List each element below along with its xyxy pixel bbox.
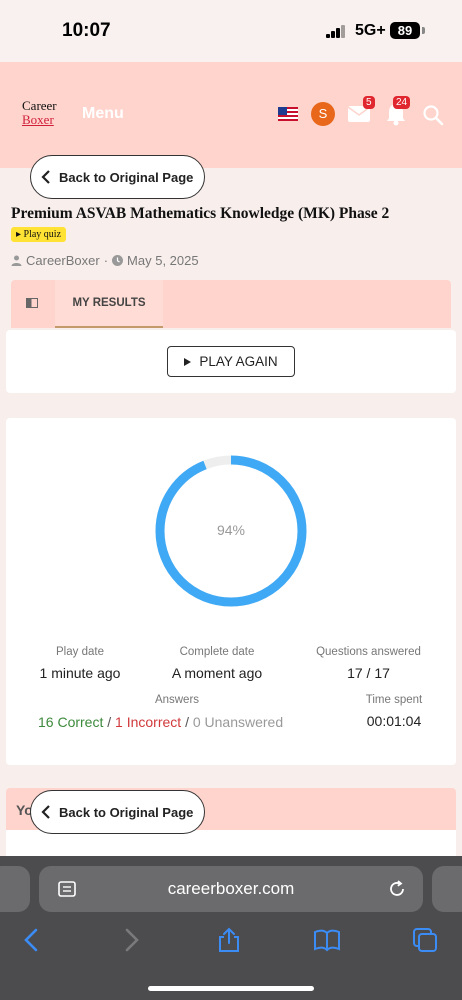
logo-text-boxer: Boxer xyxy=(22,112,54,127)
complete-date-label: Complete date xyxy=(179,646,255,658)
career-boxer-logo[interactable]: Career Boxer xyxy=(22,99,57,127)
play-again-card: PLAY AGAIN xyxy=(6,330,456,393)
back-button-label: Back to Original Page xyxy=(59,804,194,820)
results-tabs: MY RESULTS xyxy=(11,280,451,328)
back-button-label: Back to Original Page xyxy=(59,169,194,185)
play-tag-label: Play quiz xyxy=(23,229,62,240)
answers-separator: / xyxy=(185,714,189,730)
time-spent-value: 00:01:04 xyxy=(366,713,422,729)
play-date-label: Play date xyxy=(56,646,104,658)
site-header: Career Boxer Menu S 5 24 xyxy=(0,62,462,168)
play-again-button[interactable]: PLAY AGAIN xyxy=(167,346,295,377)
play-date-value: 1 minute ago xyxy=(39,665,121,681)
questions-answered-value: 17 / 17 xyxy=(347,665,390,681)
correct-count: 16 Correct xyxy=(38,714,104,730)
logo-text-career: Career xyxy=(22,98,57,113)
play-again-label: PLAY AGAIN xyxy=(199,354,278,369)
status-bar: 10:07 5G+ 89 xyxy=(0,0,462,62)
quiz-meta: CareerBoxer · May 5, 2025 xyxy=(11,253,199,268)
tab-my-results[interactable]: MY RESULTS xyxy=(55,280,163,328)
search-icon[interactable] xyxy=(422,104,444,126)
section-body xyxy=(6,830,456,858)
user-avatar[interactable]: S xyxy=(311,102,335,126)
notification-badge: 24 xyxy=(393,96,411,109)
signal-icon xyxy=(326,25,346,38)
panel-icon[interactable] xyxy=(26,298,38,308)
reload-icon[interactable] xyxy=(387,879,407,899)
complete-date-value: A moment ago xyxy=(171,665,263,681)
previous-tab-preview[interactable] xyxy=(0,866,30,912)
url-text: careerboxer.com xyxy=(167,879,295,898)
meta-separator: · xyxy=(103,253,109,268)
battery-tip xyxy=(422,27,425,34)
us-flag-icon[interactable] xyxy=(278,107,298,121)
unanswered-count: 0 Unanswered xyxy=(192,714,284,730)
play-quiz-tag[interactable]: ▸ Play quiz xyxy=(11,227,67,242)
chevron-left-icon xyxy=(41,805,50,819)
menu-button[interactable]: Menu xyxy=(82,105,124,123)
page-title: Premium ASVAB Mathematics Knowledge (MK)… xyxy=(11,205,390,222)
address-bar[interactable]: careerboxer.com xyxy=(39,866,423,912)
chevron-left-icon xyxy=(41,170,50,184)
publish-date: May 5, 2025 xyxy=(127,253,199,268)
questions-answered-label: Questions answered xyxy=(316,646,421,658)
answers-separator: / xyxy=(107,714,112,730)
battery-icon: 89 xyxy=(390,22,420,39)
mail-badge: 5 xyxy=(363,96,375,109)
results-card: 94% Play date 1 minute ago Complete date… xyxy=(6,418,456,765)
back-arrow-icon[interactable] xyxy=(18,926,46,954)
forward-arrow-icon[interactable] xyxy=(117,926,145,954)
status-time: 10:07 xyxy=(62,20,111,41)
incorrect-count: 1 Incorrect xyxy=(115,714,182,730)
time-spent-label: Time spent xyxy=(365,694,423,706)
answers-label: Answers xyxy=(154,694,200,706)
play-icon xyxy=(184,357,192,366)
user-icon xyxy=(11,255,22,266)
back-to-original-button-floating[interactable]: Back to Original Page xyxy=(30,790,205,834)
share-icon[interactable] xyxy=(215,926,243,954)
network-type: 5G+ xyxy=(355,22,386,39)
bookmarks-icon[interactable] xyxy=(313,926,341,954)
back-to-original-button[interactable]: Back to Original Page xyxy=(30,155,205,199)
answers-breakdown: 16 Correct / 1 Incorrect / 0 Unanswered xyxy=(38,714,283,730)
home-indicator xyxy=(148,986,314,991)
next-tab-preview[interactable] xyxy=(432,866,462,912)
score-percent: 94% xyxy=(216,522,246,538)
author-name[interactable]: CareerBoxer xyxy=(26,253,100,268)
browser-toolbar: careerboxer.com xyxy=(0,856,462,1000)
tabs-icon[interactable] xyxy=(411,926,439,954)
clock-icon xyxy=(112,255,124,266)
